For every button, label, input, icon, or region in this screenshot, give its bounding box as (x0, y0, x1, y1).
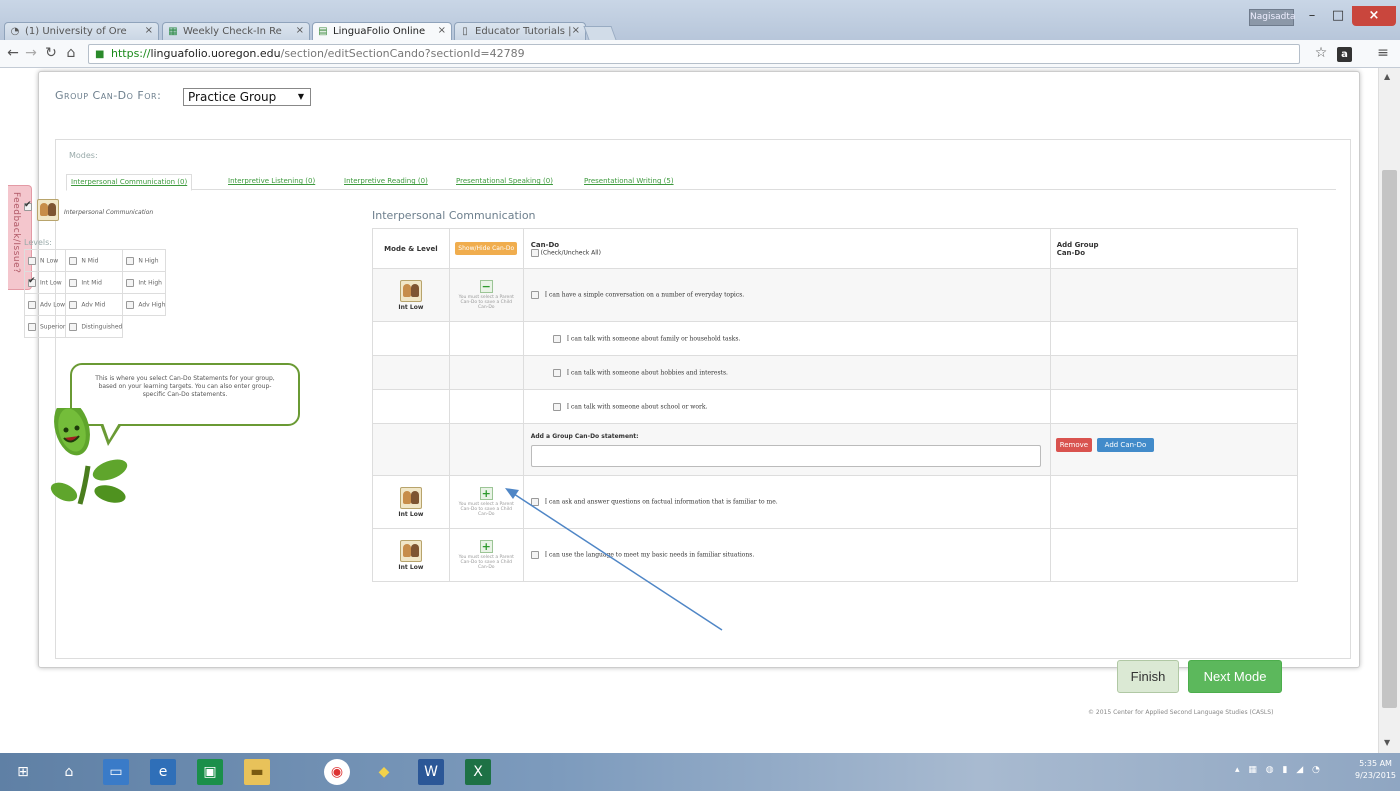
vertical-scrollbar[interactable]: ▲ ▼ (1378, 68, 1400, 753)
tab-title: Weekly Check-In Re (183, 26, 282, 37)
annotation-arrow-icon (505, 488, 723, 631)
browser-tab-active[interactable]: ▤ LinguaFolio Online × (312, 22, 452, 41)
tab-close-icon[interactable]: × (438, 25, 446, 36)
home-icon[interactable]: ⌂ (56, 759, 82, 785)
tab-close-icon[interactable]: × (145, 25, 153, 36)
tab-title: LinguaFolio Online (333, 26, 426, 37)
address-bar[interactable]: ■ https://linguafolio.uoregon.edu/sectio… (88, 44, 1300, 64)
ie-icon[interactable]: e (150, 759, 176, 785)
new-tab-button[interactable] (583, 26, 617, 40)
sheet-icon: ▦ (168, 26, 178, 37)
desktop-icon[interactable]: ▭ (103, 759, 129, 785)
back-icon[interactable]: ← (4, 44, 22, 62)
browser-tab[interactable]: ▦ Weekly Check-In Re × (162, 22, 310, 40)
windows-start-icon[interactable]: ⊞ (10, 759, 36, 785)
store-icon[interactable]: ▣ (197, 759, 223, 785)
tab-close-icon[interactable]: × (296, 25, 304, 36)
windows-taskbar: ⊞ ⌂ ▭ e ▣ ▬ ◉ ◆ W X ▴ ▦ ◍ ▮ ◢ ◔ 5:35 AM … (0, 753, 1400, 791)
page-viewport: Feedback/Issue? Group Can-Do For: Practi… (0, 68, 1378, 753)
browser-toolbar: ← → ↻ ⌂ ■ https://linguafolio.uoregon.ed… (0, 40, 1400, 68)
tab-title: Educator Tutorials | (475, 26, 572, 37)
close-icon[interactable]: × (1352, 6, 1396, 26)
system-tray[interactable]: ▴ ▦ ◍ ▮ ◢ ◔ (1235, 765, 1323, 775)
url-path: /section/editSectionCando?sectionId=4278… (280, 47, 525, 60)
url-host: linguafolio.uoregon.edu (150, 47, 281, 60)
clock[interactable]: 5:35 AM 9/23/2015 (1355, 758, 1396, 782)
ask-icon: ◔ (10, 26, 20, 37)
lf-icon: ▤ (318, 26, 328, 37)
clock-time: 5:35 AM (1359, 759, 1392, 768)
folder-icon[interactable]: ▬ (244, 759, 270, 785)
word-icon[interactable]: W (418, 759, 444, 785)
profile-badge[interactable]: Nagisadta (1249, 9, 1295, 26)
minimize-icon[interactable]: – (1298, 6, 1326, 26)
extension-icon[interactable]: a (1337, 47, 1352, 62)
tab-title: (1) University of Ore (25, 26, 127, 37)
tab-close-icon[interactable]: × (572, 25, 580, 36)
chrome-icon[interactable]: ◉ (324, 759, 350, 785)
browser-tab-bar: ◔ (1) University of Ore × ▦ Weekly Check… (0, 0, 1400, 41)
browser-tab[interactable]: ▯ Educator Tutorials | × (454, 22, 586, 40)
lock-icon: ■ (95, 49, 105, 60)
browser-tab[interactable]: ◔ (1) University of Ore × (4, 22, 159, 40)
scroll-up-icon[interactable]: ▲ (1384, 72, 1390, 81)
url-protocol: https:// (111, 47, 151, 60)
forward-icon[interactable]: → (22, 44, 40, 62)
scrollbar-thumb[interactable] (1382, 170, 1397, 708)
maximize-icon[interactable]: □ (1324, 6, 1352, 26)
bookmark-star-icon[interactable]: ☆ (1312, 44, 1330, 62)
doc-icon: ▯ (462, 26, 468, 37)
scroll-down-icon[interactable]: ▼ (1384, 738, 1390, 747)
menu-icon[interactable]: ≡ (1374, 44, 1392, 62)
app-icon[interactable]: ◆ (371, 759, 397, 785)
home-icon[interactable]: ⌂ (62, 44, 80, 62)
clock-date: 9/23/2015 (1355, 771, 1397, 780)
excel-icon[interactable]: X (465, 759, 491, 785)
reload-icon[interactable]: ↻ (42, 44, 60, 62)
